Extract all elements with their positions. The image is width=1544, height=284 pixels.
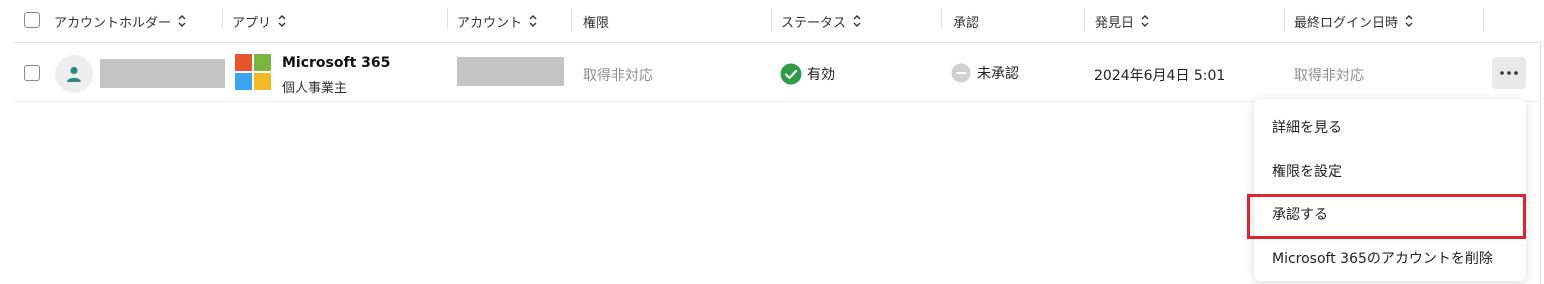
column-divider [1284, 8, 1285, 30]
header-app[interactable]: アプリ [232, 0, 287, 42]
table-header: アカウントホルダー アプリ アカウント 権限 ステータス 承認 発見日 最終ログ… [14, 0, 1540, 43]
account-name-redacted [457, 57, 564, 86]
header-status-label: ステータス [781, 15, 847, 31]
status-text: 有効 [807, 67, 835, 83]
last-login-value: 取得非対応 [1294, 68, 1364, 84]
more-horizontal-icon [1500, 71, 1518, 75]
header-app-label: アプリ [232, 15, 272, 31]
header-discovered-date[interactable]: 発見日 [1095, 0, 1150, 42]
sort-icon [1405, 15, 1413, 27]
sort-icon [178, 15, 186, 27]
logo-square-yellow [254, 73, 271, 90]
permission-value: 取得非対応 [583, 68, 653, 84]
approval-text: 未承認 [977, 66, 1019, 82]
header-account[interactable]: アカウント [457, 0, 538, 42]
discovered-date: 2024年6月4日 5:01 [1094, 68, 1226, 84]
column-divider [771, 8, 772, 30]
app-name[interactable]: Microsoft 365 [282, 55, 390, 71]
column-divider [941, 8, 942, 30]
header-last-login[interactable]: 最終ログイン日時 [1294, 0, 1414, 42]
logo-square-green [254, 54, 271, 71]
sort-icon [853, 15, 861, 27]
header-permission-label: 権限 [583, 15, 610, 31]
user-icon [67, 66, 81, 82]
table-right-border [1540, 42, 1541, 284]
approval-badge: 未承認 [951, 63, 1019, 83]
app-plan: 個人事業主 [282, 81, 348, 96]
check-circle-icon [780, 63, 802, 85]
column-divider [222, 8, 223, 30]
table-row: Microsoft 365 個人事業主 取得非対応 有効 未承認 2024年6月… [14, 43, 1540, 102]
more-actions-button[interactable] [1492, 57, 1526, 89]
minus-circle-icon [951, 63, 971, 83]
select-all-checkbox[interactable] [24, 12, 40, 28]
header-account-label: アカウント [457, 15, 523, 31]
column-divider [1483, 8, 1484, 30]
status-badge: 有効 [780, 63, 835, 85]
menu-item-delete-account[interactable]: Microsoft 365のアカウントを削除 [1272, 248, 1493, 268]
header-account-holder-label: アカウントホルダー [54, 15, 172, 31]
account-holder-name-redacted [100, 59, 225, 88]
row-actions-menu: 詳細を見る 権限を設定 承認する Microsoft 365のアカウントを削除 [1254, 99, 1526, 281]
header-discovered-date-label: 発見日 [1095, 15, 1135, 31]
menu-item-set-permissions[interactable]: 権限を設定 [1272, 161, 1342, 181]
sort-icon [1141, 15, 1149, 27]
header-approval-label: 承認 [953, 15, 980, 31]
logo-square-red [235, 54, 252, 71]
header-permission: 権限 [583, 0, 609, 42]
row-checkbox[interactable] [24, 65, 40, 81]
header-status[interactable]: ステータス [781, 0, 862, 42]
microsoft-logo-icon [235, 54, 271, 91]
logo-square-blue [235, 73, 252, 90]
menu-item-view-details[interactable]: 詳細を見る [1272, 117, 1342, 137]
avatar [55, 55, 93, 93]
column-divider [571, 8, 572, 30]
header-account-holder[interactable]: アカウントホルダー [54, 0, 187, 42]
column-divider [1084, 8, 1085, 30]
approve-highlight-box [1247, 194, 1526, 239]
column-divider [447, 8, 448, 30]
header-approval: 承認 [953, 0, 979, 42]
sort-icon [529, 15, 537, 27]
header-last-login-label: 最終ログイン日時 [1294, 15, 1399, 31]
sort-icon [278, 15, 286, 27]
